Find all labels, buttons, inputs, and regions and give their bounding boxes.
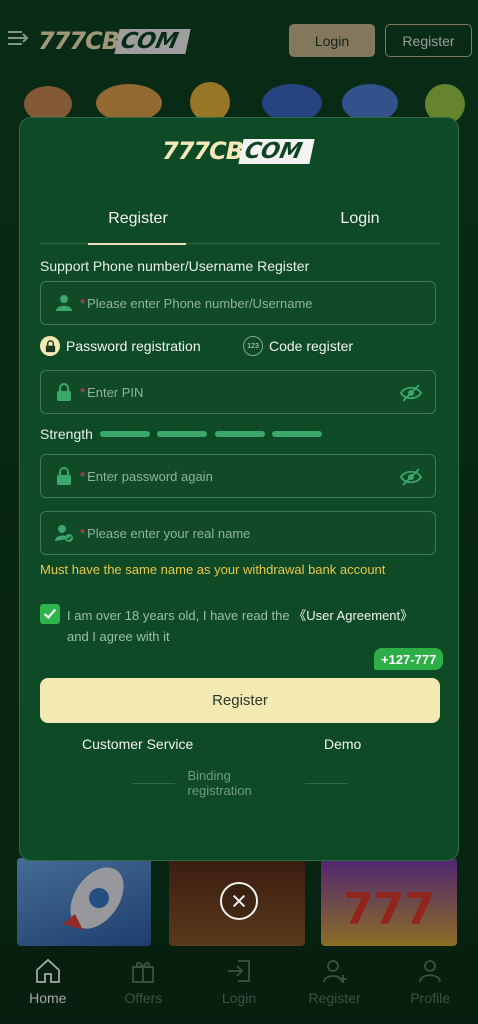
eye-off-icon[interactable] [399, 383, 423, 403]
username-input[interactable]: * Please enter Phone number/Username [40, 281, 436, 325]
username-placeholder: Please enter Phone number/Username [87, 295, 313, 311]
verified-user-icon [55, 525, 73, 542]
agreement-suffix: and I agree with it [67, 629, 170, 644]
demo-link[interactable]: Demo [324, 736, 361, 752]
required-mark: * [80, 525, 86, 541]
agreement-text: I am over 18 years old, I have read the … [67, 605, 437, 647]
code-register-label: Code register [269, 338, 354, 354]
code-register-option[interactable]: 123 Code register [243, 336, 353, 356]
user-icon [56, 295, 72, 311]
binding-registration[interactable]: Binding registration [120, 768, 360, 798]
lock-field-icon [57, 467, 71, 485]
pin-placeholder: Enter PIN [87, 384, 144, 400]
real-name-placeholder: Please enter your real name [87, 525, 251, 541]
close-icon [232, 894, 246, 908]
tab-register[interactable]: Register [88, 206, 188, 245]
required-mark: * [80, 295, 86, 311]
auth-tabs: Register Login [40, 206, 440, 245]
strength-bar-2 [157, 431, 207, 437]
required-mark: * [80, 468, 86, 484]
eye-off-icon[interactable] [399, 467, 423, 487]
agreement-checkbox[interactable] [40, 604, 60, 624]
register-method-label: Support Phone number/Username Register [40, 258, 310, 274]
agreement-prefix: I am over 18 years old, I have read the [67, 608, 290, 623]
divider [304, 782, 348, 784]
strength-bar-4 [272, 431, 322, 437]
password-registration-label: Password registration [66, 338, 201, 354]
required-mark: * [80, 384, 86, 400]
code-123-icon: 123 [243, 336, 263, 356]
strength-bar-1 [100, 431, 150, 437]
password-registration-option[interactable]: Password registration [40, 336, 201, 356]
modal-logo: 777CB COM [162, 136, 315, 166]
checkmark-icon [44, 608, 57, 620]
binding-registration-label: Binding registration [187, 768, 252, 798]
divider [132, 782, 176, 784]
tab-login[interactable]: Login [310, 206, 410, 244]
register-modal: 777CB COM Register Login Support Phone n… [19, 117, 459, 861]
real-name-input[interactable]: * Please enter your real name [40, 511, 436, 555]
modal-logo-main: 777CB [162, 137, 244, 165]
user-agreement-link[interactable]: 《User Agreement》 [293, 608, 413, 623]
lock-icon [40, 336, 60, 356]
name-warning: Must have the same name as your withdraw… [40, 562, 386, 577]
close-modal-button[interactable] [220, 882, 258, 920]
lock-field-icon [57, 383, 71, 401]
strength-label: Strength [40, 426, 93, 442]
modal-logo-tag: COM [238, 138, 315, 164]
confirm-placeholder: Enter password again [87, 468, 213, 484]
pin-input[interactable]: * Enter PIN [40, 370, 436, 414]
register-submit-button[interactable]: Register [40, 678, 440, 723]
confirm-password-input[interactable]: * Enter password again [40, 454, 436, 498]
customer-service-link[interactable]: Customer Service [82, 736, 193, 752]
phone-badge[interactable]: +127-777 [374, 648, 444, 670]
strength-bar-3 [215, 431, 265, 437]
